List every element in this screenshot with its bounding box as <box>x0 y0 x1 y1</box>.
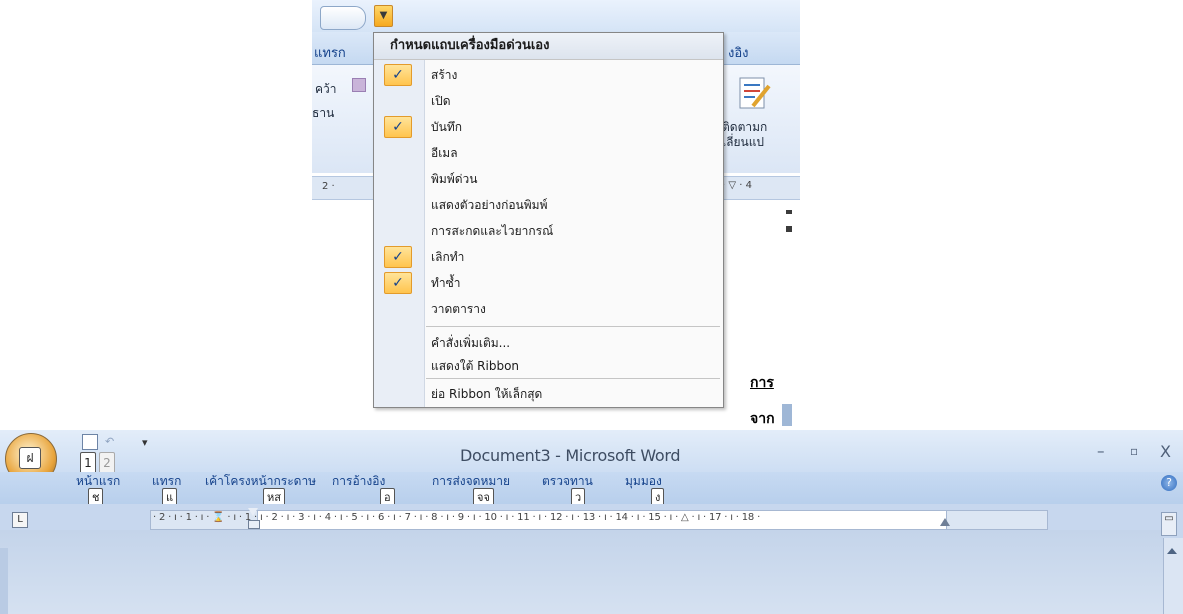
tab-references-partial[interactable]: งอิง <box>728 42 749 63</box>
ribbon-tab[interactable]: การอ้างอิง <box>332 472 385 491</box>
save-icon[interactable] <box>82 434 98 450</box>
doc-fragment-mark <box>786 210 792 214</box>
qat-keytip-1: 1 <box>80 452 96 474</box>
ruler-ticks: · 2 · ı · 1 · ı · ⌛ · ı · 1 · ı · 2 · ı … <box>153 512 761 523</box>
menu-item[interactable]: พิมพ์ด่วน <box>374 166 723 192</box>
menu-item[interactable]: ✓ บันทึก <box>374 114 723 140</box>
menu-item-minimize-ribbon[interactable]: ย่อ Ribbon ให้เล็กสุด <box>374 381 723 407</box>
minimize-button[interactable]: – <box>1097 442 1105 460</box>
menu-item-label: พิมพ์ด่วน <box>431 172 478 186</box>
menu-item[interactable]: ✓ เลิกทำ <box>374 244 723 270</box>
quick-access-toolbar: ▼ <box>312 0 800 32</box>
menu-item-label: ย่อ Ribbon ให้เล็กสุด <box>431 387 543 401</box>
menu-item[interactable]: ✓ สร้าง <box>374 62 723 88</box>
checkmark-icon: ✓ <box>384 272 412 294</box>
first-line-indent-marker[interactable] <box>248 508 258 516</box>
window-title: Document3 - Microsoft Word <box>460 446 681 465</box>
menu-item-label: คำสั่งเพิ่มเติม... <box>431 336 511 350</box>
menu-item-label: เลิกทำ <box>431 250 465 264</box>
menu-item-label: แสดงใต้ Ribbon <box>431 359 520 373</box>
text-selection-highlight <box>782 404 792 426</box>
word-window: ฝ ↶ ▾ 1 2 Document3 - Microsoft Word – ▫… <box>0 430 1183 614</box>
menu-item-label: เปิด <box>431 94 451 108</box>
document-text-2: จาก <box>750 411 775 427</box>
document-area <box>0 530 1163 614</box>
ribbon-tab[interactable]: เค้าโครงหน้ากระดาษ <box>205 472 316 491</box>
menu-separator <box>426 378 720 379</box>
menu-item-label: การสะกดและไวยากรณ์ <box>431 224 554 238</box>
ribbon-tab[interactable]: การส่งจดหมาย <box>432 472 510 491</box>
ribbon-left-label-1: คว้า <box>315 82 337 96</box>
tab-insert-partial[interactable]: แทรก <box>314 42 346 63</box>
menu-item[interactable]: แสดงตัวอย่างก่อนพิมพ์ <box>374 192 723 218</box>
restore-button[interactable]: ▫ <box>1130 444 1138 458</box>
menu-item-label: บันทึก <box>431 120 462 134</box>
track-changes-icon[interactable] <box>737 76 771 112</box>
customize-qat-dropdown-button[interactable]: ▼ <box>374 5 393 27</box>
scroll-up-arrow-icon[interactable] <box>1167 548 1177 554</box>
checkmark-icon: ✓ <box>384 116 412 138</box>
ruler-right-ticks: · ▽ · 4 <box>722 180 752 191</box>
menu-item-label: แสดงตัวอย่างก่อนพิมพ์ <box>431 198 548 212</box>
menu-title: กำหนดแถบเครื่องมือด่วนเอง <box>374 33 723 60</box>
close-button[interactable]: X <box>1160 442 1171 461</box>
doc-fragment-mark <box>786 226 792 232</box>
customize-qat-dropdown[interactable]: ▾ <box>142 436 148 449</box>
menu-item[interactable]: ✓ ทำซ้ำ <box>374 270 723 296</box>
ruler-left-ticks: 2 · <box>322 181 335 192</box>
qat-keytip-2: 2 <box>99 452 115 474</box>
menu-item-label: สร้าง <box>431 68 458 82</box>
ribbon-left-label-2: ธาน <box>312 106 335 120</box>
qat-new-document-button[interactable] <box>320 6 366 30</box>
menu-item[interactable]: วาดตาราง <box>374 296 723 322</box>
help-icon[interactable]: ? <box>1161 475 1177 491</box>
checkmark-icon: ✓ <box>384 246 412 268</box>
tab-selector-button[interactable]: L <box>12 512 28 528</box>
ruler-right-margin <box>946 510 1048 530</box>
track-changes-label-2: เลี่ยนแป <box>722 135 765 149</box>
menu-item-label: ทำซ้ำ <box>431 276 461 290</box>
undo-icon[interactable]: ↶ <box>105 435 119 448</box>
office-button-keytip: ฝ <box>19 447 41 469</box>
menu-separator <box>426 326 720 327</box>
menu-item[interactable]: อีเมล <box>374 140 723 166</box>
menu-item[interactable]: เปิด <box>374 88 723 114</box>
customize-qat-menu: กำหนดแถบเครื่องมือด่วนเอง ✓ สร้างเปิด ✓ บัน… <box>373 32 724 408</box>
page-left-edge <box>0 548 8 614</box>
menu-item[interactable]: การสะกดและไวยากรณ์ <box>374 218 723 244</box>
menu-item-label: อีเมล <box>431 146 458 160</box>
menu-item-show-below-ribbon[interactable]: แสดงใต้ Ribbon <box>374 353 723 379</box>
left-indent-marker[interactable] <box>248 520 260 529</box>
checkmark-icon: ✓ <box>384 64 412 86</box>
menu-item-label: วาดตาราง <box>431 302 486 316</box>
document-text-1: การ <box>750 375 774 391</box>
ribbon-small-icon <box>352 78 366 92</box>
view-ruler-toggle[interactable]: ▭ <box>1161 512 1177 536</box>
ribbon-tab[interactable]: ตรวจทาน <box>542 472 593 491</box>
right-indent-marker[interactable] <box>940 518 950 526</box>
